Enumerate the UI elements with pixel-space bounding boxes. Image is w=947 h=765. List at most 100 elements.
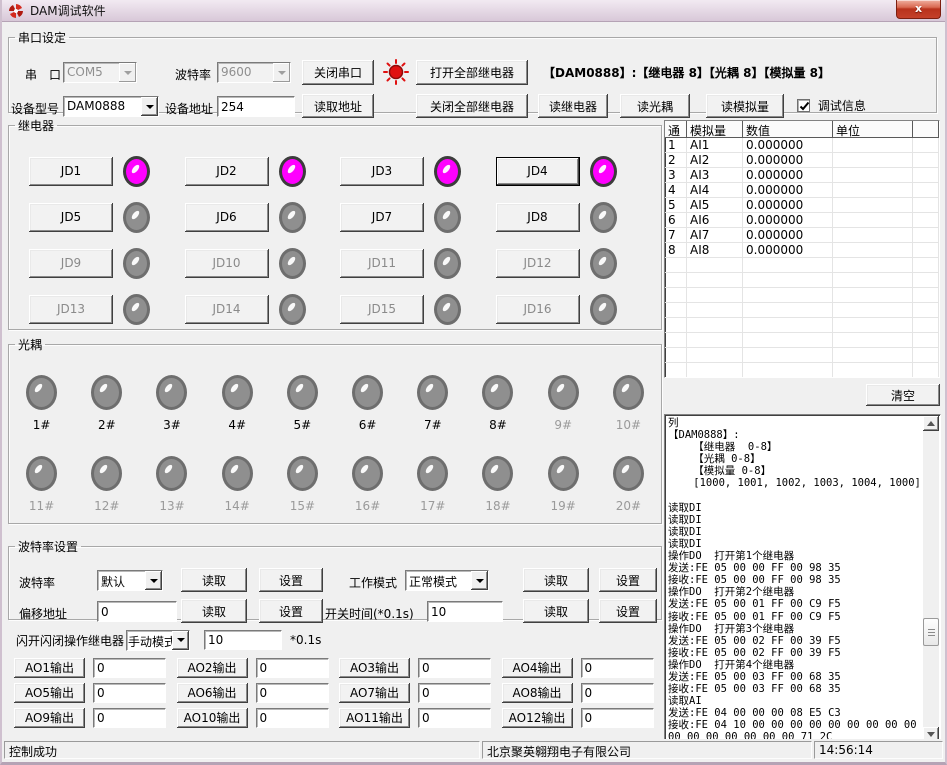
open-all-relays-button[interactable]: 打开全部继电器 bbox=[416, 60, 528, 85]
relay-button-jd4[interactable]: JD4 bbox=[496, 157, 580, 186]
ao-output-button-3[interactable]: AO3输出 bbox=[339, 658, 410, 678]
clear-log-button[interactable]: 清空 bbox=[866, 384, 940, 406]
read-relay-button[interactable]: 读继电器 bbox=[538, 94, 608, 118]
work-mode-combo[interactable]: 正常模式 bbox=[405, 570, 489, 591]
serial-settings-group: 串口设定 串 口 COM5 波特率 9600 关闭串口 bbox=[8, 29, 937, 113]
ao-output-cell: AO4输出 bbox=[502, 655, 665, 680]
close-button[interactable]: x bbox=[896, 0, 941, 19]
ao-output-input-9[interactable] bbox=[93, 708, 166, 728]
device-model-combo[interactable]: DAM0888 bbox=[63, 96, 159, 117]
relay-button-jd5[interactable]: JD5 bbox=[29, 203, 113, 232]
ao-output-button-8[interactable]: AO8输出 bbox=[502, 683, 573, 703]
analog-table-header[interactable]: 通 bbox=[665, 121, 687, 138]
relay-led-jd8 bbox=[590, 202, 617, 233]
analog-table-empty-cell bbox=[743, 258, 833, 273]
opto-cell: 5# bbox=[270, 375, 335, 456]
ao-output-input-7[interactable] bbox=[418, 683, 491, 703]
analog-table-cell bbox=[913, 243, 939, 258]
work-mode-arrow-icon[interactable] bbox=[471, 571, 488, 590]
ao-output-input-12[interactable] bbox=[581, 708, 654, 728]
ao-output-input-1[interactable] bbox=[93, 658, 166, 678]
relay-button-jd8[interactable]: JD8 bbox=[496, 203, 580, 232]
relay-led-jd12 bbox=[590, 248, 617, 279]
ao-output-input-10[interactable] bbox=[256, 708, 329, 728]
baud-label: 波特率 bbox=[175, 66, 211, 83]
ao-output-input-3[interactable] bbox=[418, 658, 491, 678]
titlebar: DAM调试软件 x bbox=[2, 0, 945, 22]
serial-group-title: 串口设定 bbox=[15, 29, 69, 46]
ao-output-button-9[interactable]: AO9输出 bbox=[14, 708, 85, 728]
ao-output-input-4[interactable] bbox=[581, 658, 654, 678]
switch-time-read-button[interactable]: 读取 bbox=[523, 599, 589, 623]
read-opto-button[interactable]: 读光耦 bbox=[620, 94, 690, 118]
ao-output-button-4[interactable]: AO4输出 bbox=[502, 658, 573, 678]
ao-output-input-2[interactable] bbox=[256, 658, 329, 678]
baud-set-button[interactable]: 设置 bbox=[259, 568, 323, 592]
relay-led-jd16 bbox=[590, 294, 617, 325]
ao-output-button-7[interactable]: AO7输出 bbox=[339, 683, 410, 703]
flash-mode-value: 手动模式 bbox=[127, 631, 172, 650]
relay-cell: JD9 bbox=[29, 240, 185, 286]
baud-setting-arrow-icon[interactable] bbox=[145, 571, 162, 590]
switch-time-label: 开关时间(*0.1s) bbox=[325, 605, 414, 622]
close-port-button[interactable]: 关闭串口 bbox=[302, 60, 374, 85]
ao-output-input-8[interactable] bbox=[581, 683, 654, 703]
read-analog-button[interactable]: 读模拟量 bbox=[706, 94, 784, 118]
log-text: 列 【DAM0888】: 【继电器 0-8】 【光耦 0-8】 【模拟量 0-8… bbox=[668, 417, 922, 741]
opto-group: 光耦 1#2#3#4#5#6#7#8#9#10#11#12#13#14#15#1… bbox=[8, 336, 662, 524]
debug-info-checkbox[interactable] bbox=[797, 99, 810, 112]
work-mode-read-button[interactable]: 读取 bbox=[523, 568, 589, 592]
opto-label: 13# bbox=[159, 499, 184, 513]
relay-button-jd1[interactable]: JD1 bbox=[29, 157, 113, 186]
close-all-relays-button[interactable]: 关闭全部继电器 bbox=[416, 94, 528, 118]
opto-led-16 bbox=[352, 456, 383, 491]
relay-led-jd15 bbox=[434, 294, 461, 325]
ao-output-cell: AO5输出 bbox=[14, 680, 177, 705]
status-company: 北京聚英翱翔电子有限公司 bbox=[482, 741, 812, 759]
opto-led-15 bbox=[287, 456, 318, 491]
log-area[interactable]: 列 【DAM0888】: 【继电器 0-8】 【光耦 0-8】 【模拟量 0-8… bbox=[664, 414, 941, 744]
relay-led-jd6 bbox=[279, 202, 306, 233]
analog-table-header[interactable]: 数值 bbox=[743, 121, 833, 138]
flash-mode-arrow-icon[interactable] bbox=[172, 631, 189, 650]
analog-table-header[interactable]: 模拟量 bbox=[687, 121, 743, 138]
read-addr-button[interactable]: 读取地址 bbox=[302, 94, 374, 118]
log-scrollbar[interactable] bbox=[923, 416, 939, 742]
ao-output-button-6[interactable]: AO6输出 bbox=[177, 683, 248, 703]
ao-output-button-11[interactable]: AO11输出 bbox=[339, 708, 410, 728]
scrollbar-thumb[interactable] bbox=[923, 618, 939, 646]
ao-output-input-11[interactable] bbox=[418, 708, 491, 728]
opto-led-18 bbox=[482, 456, 513, 491]
relay-button-jd15: JD15 bbox=[340, 295, 424, 324]
switch-time-input[interactable] bbox=[427, 601, 503, 622]
flash-mode-combo[interactable]: 手动模式 bbox=[126, 630, 190, 651]
ao-output-button-2[interactable]: AO2输出 bbox=[177, 658, 248, 678]
offset-set-button[interactable]: 设置 bbox=[259, 599, 323, 623]
offset-read-button[interactable]: 读取 bbox=[181, 599, 247, 623]
ao-output-input-5[interactable] bbox=[93, 683, 166, 703]
app-window: DAM调试软件 x 串口设定 串 口 COM5 波特率 9600 关闭串口 bbox=[0, 0, 947, 765]
relay-button-jd2[interactable]: JD2 bbox=[185, 157, 269, 186]
relay-button-jd3[interactable]: JD3 bbox=[340, 157, 424, 186]
ao-output-input-6[interactable] bbox=[256, 683, 329, 703]
baud-read-button[interactable]: 读取 bbox=[181, 568, 247, 592]
baud-setting-combo[interactable]: 默认 bbox=[97, 570, 163, 591]
relay-button-jd6[interactable]: JD6 bbox=[185, 203, 269, 232]
relay-button-jd7[interactable]: JD7 bbox=[340, 203, 424, 232]
baud-combo-value: 9600 bbox=[218, 63, 273, 82]
ao-output-button-5[interactable]: AO5输出 bbox=[14, 683, 85, 703]
analog-table-header[interactable]: 单位 bbox=[833, 121, 913, 138]
device-model-arrow-icon[interactable] bbox=[141, 97, 158, 116]
offset-addr-input[interactable] bbox=[97, 601, 177, 622]
work-mode-set-button[interactable]: 设置 bbox=[599, 568, 657, 592]
offset-addr-label: 偏移地址 bbox=[19, 605, 67, 622]
device-addr-input[interactable] bbox=[217, 96, 295, 117]
ao-output-button-10[interactable]: AO10输出 bbox=[177, 708, 248, 728]
scroll-up-icon[interactable] bbox=[923, 416, 939, 431]
ao-output-button-12[interactable]: AO12输出 bbox=[502, 708, 573, 728]
switch-time-set-button[interactable]: 设置 bbox=[599, 599, 657, 623]
analog-table-empty-cell bbox=[833, 258, 913, 273]
flash-time-input[interactable] bbox=[204, 630, 282, 650]
analog-table-header[interactable] bbox=[913, 121, 939, 138]
ao-output-button-1[interactable]: AO1输出 bbox=[14, 658, 85, 678]
